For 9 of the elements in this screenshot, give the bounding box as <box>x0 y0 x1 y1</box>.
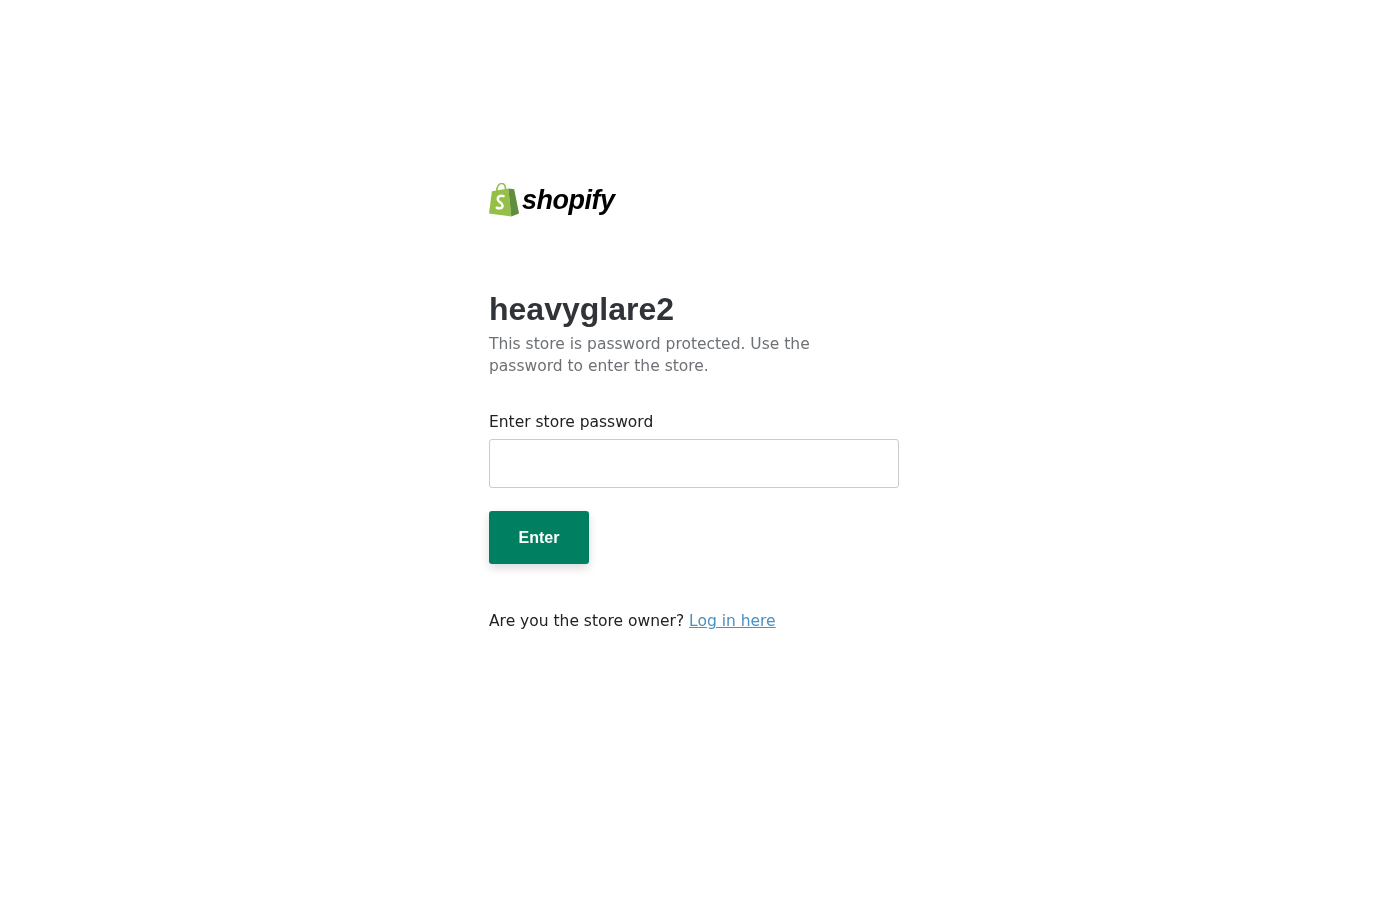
login-link[interactable]: Log in here <box>689 612 776 630</box>
password-label: Enter store password <box>489 412 654 433</box>
shopping-bag-icon <box>489 183 520 217</box>
password-field[interactable] <box>489 439 899 488</box>
store-description: This store is password protected. Use the password to enter the store. <box>489 334 811 377</box>
store-name: heavyglare2 <box>489 290 674 329</box>
logo-wordmark: shopify <box>522 184 615 217</box>
enter-button[interactable]: Enter <box>489 511 589 564</box>
owner-prompt: Are you the store owner? Log in here <box>489 611 776 632</box>
